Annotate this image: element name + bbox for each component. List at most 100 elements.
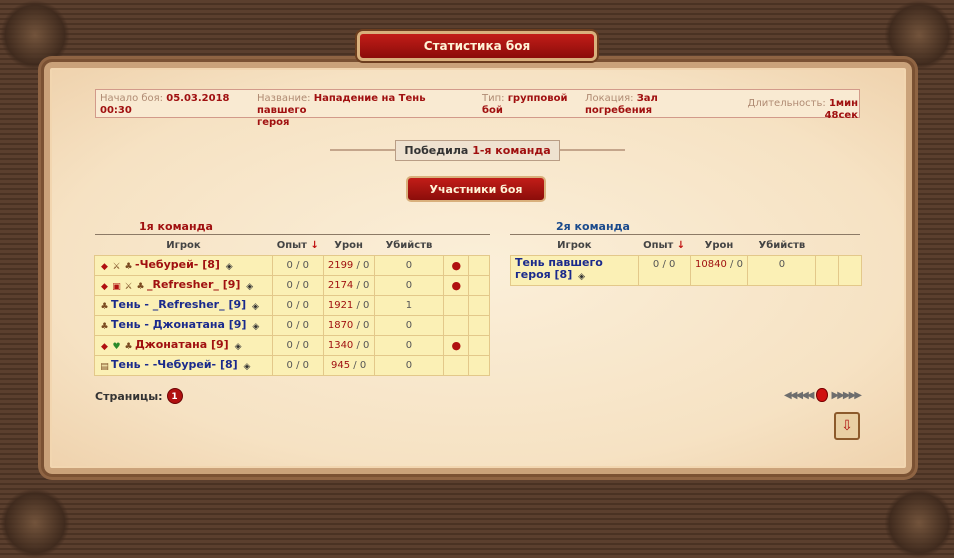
damage-cell: 2174 / 0 bbox=[322, 274, 375, 296]
damage-cell: 945 / 0 bbox=[322, 354, 375, 376]
col-exp-label: Опыт bbox=[276, 240, 307, 252]
sort-down-icon: ↓ bbox=[310, 240, 319, 252]
damage-value: 1340 bbox=[327, 339, 354, 351]
damage-value: 1921 bbox=[327, 299, 354, 311]
col-kills[interactable]: Убийств bbox=[748, 237, 816, 255]
player-name[interactable]: Джонатана [9] bbox=[135, 338, 229, 351]
damage-total: 0 bbox=[736, 258, 743, 270]
kills-cell: 0 bbox=[373, 314, 445, 336]
player-name-2[interactable]: героя [8] bbox=[515, 268, 572, 281]
col-exp-label: Опыт bbox=[643, 240, 674, 252]
corner-ornament bbox=[884, 488, 954, 558]
table-row: Тень павшего героя [8] ◈ 0 / 0 10840 / 0… bbox=[510, 254, 862, 286]
player-name[interactable]: _Refresher_ [9] bbox=[147, 278, 240, 291]
player-name[interactable]: Тень - _Refresher_ [9] bbox=[111, 298, 246, 311]
player-cell: ◆ ⚔ ♣ -Чебурей- [8] ◈ bbox=[94, 254, 273, 276]
table-header: Игрок Опыт ↓ Урон Убийств bbox=[95, 237, 490, 255]
empty-cell bbox=[468, 314, 490, 336]
col-damage[interactable]: Урон bbox=[323, 237, 374, 255]
col-extra bbox=[839, 237, 862, 255]
col-player[interactable]: Игрок bbox=[511, 237, 639, 255]
kills-cell: 0 bbox=[373, 274, 445, 296]
team1-title: 1я команда bbox=[95, 219, 490, 235]
prev-arrows-icon[interactable]: ◀◀◀◀◀ bbox=[784, 390, 814, 401]
scroll-icon[interactable]: ⇩ bbox=[834, 412, 860, 440]
player-cell: ♣ Тень - _Refresher_ [9] ◈ bbox=[94, 294, 273, 316]
diamond-icon[interactable]: ◈ bbox=[576, 272, 587, 283]
col-exp[interactable]: Опыт ↓ bbox=[272, 237, 323, 255]
damage-value: 1870 bbox=[327, 319, 354, 331]
col-extra bbox=[444, 237, 469, 255]
damage-total: 0 bbox=[363, 279, 370, 291]
duration-info: Длительность: 1мин 48сек bbox=[716, 98, 858, 122]
player-cell: ▤ Тень - -Чебурей- [8] ◈ bbox=[94, 354, 273, 376]
participants-heading: Участники боя bbox=[406, 176, 546, 202]
kills-cell: 1 bbox=[373, 294, 445, 316]
exp-cell: 0 / 0 bbox=[271, 314, 324, 336]
damage-cell: 2199 / 0 bbox=[322, 254, 375, 276]
empty-cell bbox=[468, 334, 490, 356]
table-row: ♣ Тень - _Refresher_ [9] ◈ 0 / 0 1921 / 0… bbox=[94, 294, 490, 316]
type-value: групповой bbox=[507, 93, 568, 104]
col-exp[interactable]: Опыт ↓ bbox=[638, 237, 690, 255]
player-name[interactable]: Тень - Джонатана [9] bbox=[111, 318, 246, 331]
name-info: Название: Нападение на Тень павшего геро… bbox=[257, 93, 477, 129]
page-1-button[interactable]: 1 bbox=[166, 388, 183, 404]
divider bbox=[559, 149, 626, 151]
damage-cell: 1870 / 0 bbox=[322, 314, 375, 336]
emblem-icon: ♥ bbox=[112, 341, 121, 352]
player-cell: Тень павшего героя [8] ◈ bbox=[510, 254, 639, 286]
bomb-cell: ● bbox=[443, 274, 470, 296]
empty-cell bbox=[468, 294, 490, 316]
current-page-marker bbox=[816, 388, 828, 402]
bomb-cell: ● bbox=[443, 334, 470, 356]
type-value-2: бой bbox=[482, 105, 503, 116]
col-player[interactable]: Игрок bbox=[95, 237, 273, 255]
player-name[interactable]: -Чебурей- [8] bbox=[135, 258, 220, 271]
empty-cell bbox=[468, 354, 490, 376]
col-extra bbox=[816, 237, 839, 255]
kills-cell: 0 bbox=[747, 254, 817, 286]
exp-cell: 0 / 0 bbox=[271, 254, 324, 276]
duration-label: Длительность: bbox=[747, 98, 826, 109]
empty-cell bbox=[838, 254, 862, 286]
corner-ornament bbox=[0, 488, 70, 558]
diamond-icon[interactable]: ◈ bbox=[250, 302, 261, 313]
clan-icon[interactable]: ◆ bbox=[99, 282, 110, 293]
start-value: 05.03.2018 bbox=[166, 93, 230, 104]
team2-title: 2я команда bbox=[510, 219, 860, 235]
damage-value: 10840 bbox=[695, 258, 727, 270]
rank-icon: ♣ bbox=[136, 281, 145, 292]
diamond-icon[interactable]: ◈ bbox=[244, 282, 255, 293]
col-damage[interactable]: Урон bbox=[690, 237, 748, 255]
clan-icon[interactable]: ◆ bbox=[99, 262, 110, 273]
rank-icon: ♣ bbox=[100, 301, 109, 312]
pagination: Страницы: 1 bbox=[95, 388, 183, 404]
divider bbox=[330, 149, 396, 151]
damage-cell: 10840 / 0 bbox=[689, 254, 749, 286]
team2-title-text: 2я команда bbox=[556, 220, 630, 233]
result-prefix: Победила bbox=[404, 143, 469, 157]
pages-label: Страницы: bbox=[95, 389, 163, 403]
team1-title-text: 1я команда bbox=[139, 220, 213, 233]
diamond-icon[interactable]: ◈ bbox=[242, 362, 253, 373]
diamond-icon[interactable]: ◈ bbox=[250, 322, 261, 333]
diamond-icon[interactable]: ◈ bbox=[224, 262, 235, 273]
bomb-cell bbox=[443, 314, 470, 336]
bomb-cell bbox=[443, 354, 470, 376]
battle-info-bar: Начало боя: 05.03.2018 00:30 Название: Н… bbox=[95, 89, 860, 128]
bomb-cell bbox=[443, 294, 470, 316]
pager-control[interactable]: ◀◀◀◀◀ ▶▶▶▶▶ bbox=[784, 386, 862, 404]
table-row: ▤ Тень - -Чебурей- [8] ◈ 0 / 0 945 / 0 0 bbox=[94, 354, 490, 376]
col-kills[interactable]: Убийств bbox=[374, 237, 444, 255]
swords-icon: ⚔ bbox=[124, 281, 133, 292]
next-arrows-icon[interactable]: ▶▶▶▶▶ bbox=[832, 390, 862, 401]
damage-value: 945 bbox=[331, 359, 351, 371]
diamond-icon[interactable]: ◈ bbox=[233, 342, 244, 353]
player-name[interactable]: Тень - -Чебурей- [8] bbox=[111, 358, 238, 371]
type-label: Тип: bbox=[482, 93, 505, 104]
bomb-icon: ● bbox=[451, 338, 462, 352]
clan-icon[interactable]: ◆ bbox=[99, 342, 110, 353]
damage-value: 2199 bbox=[327, 259, 354, 271]
location-info: Локация: Зал погребения bbox=[585, 93, 705, 117]
